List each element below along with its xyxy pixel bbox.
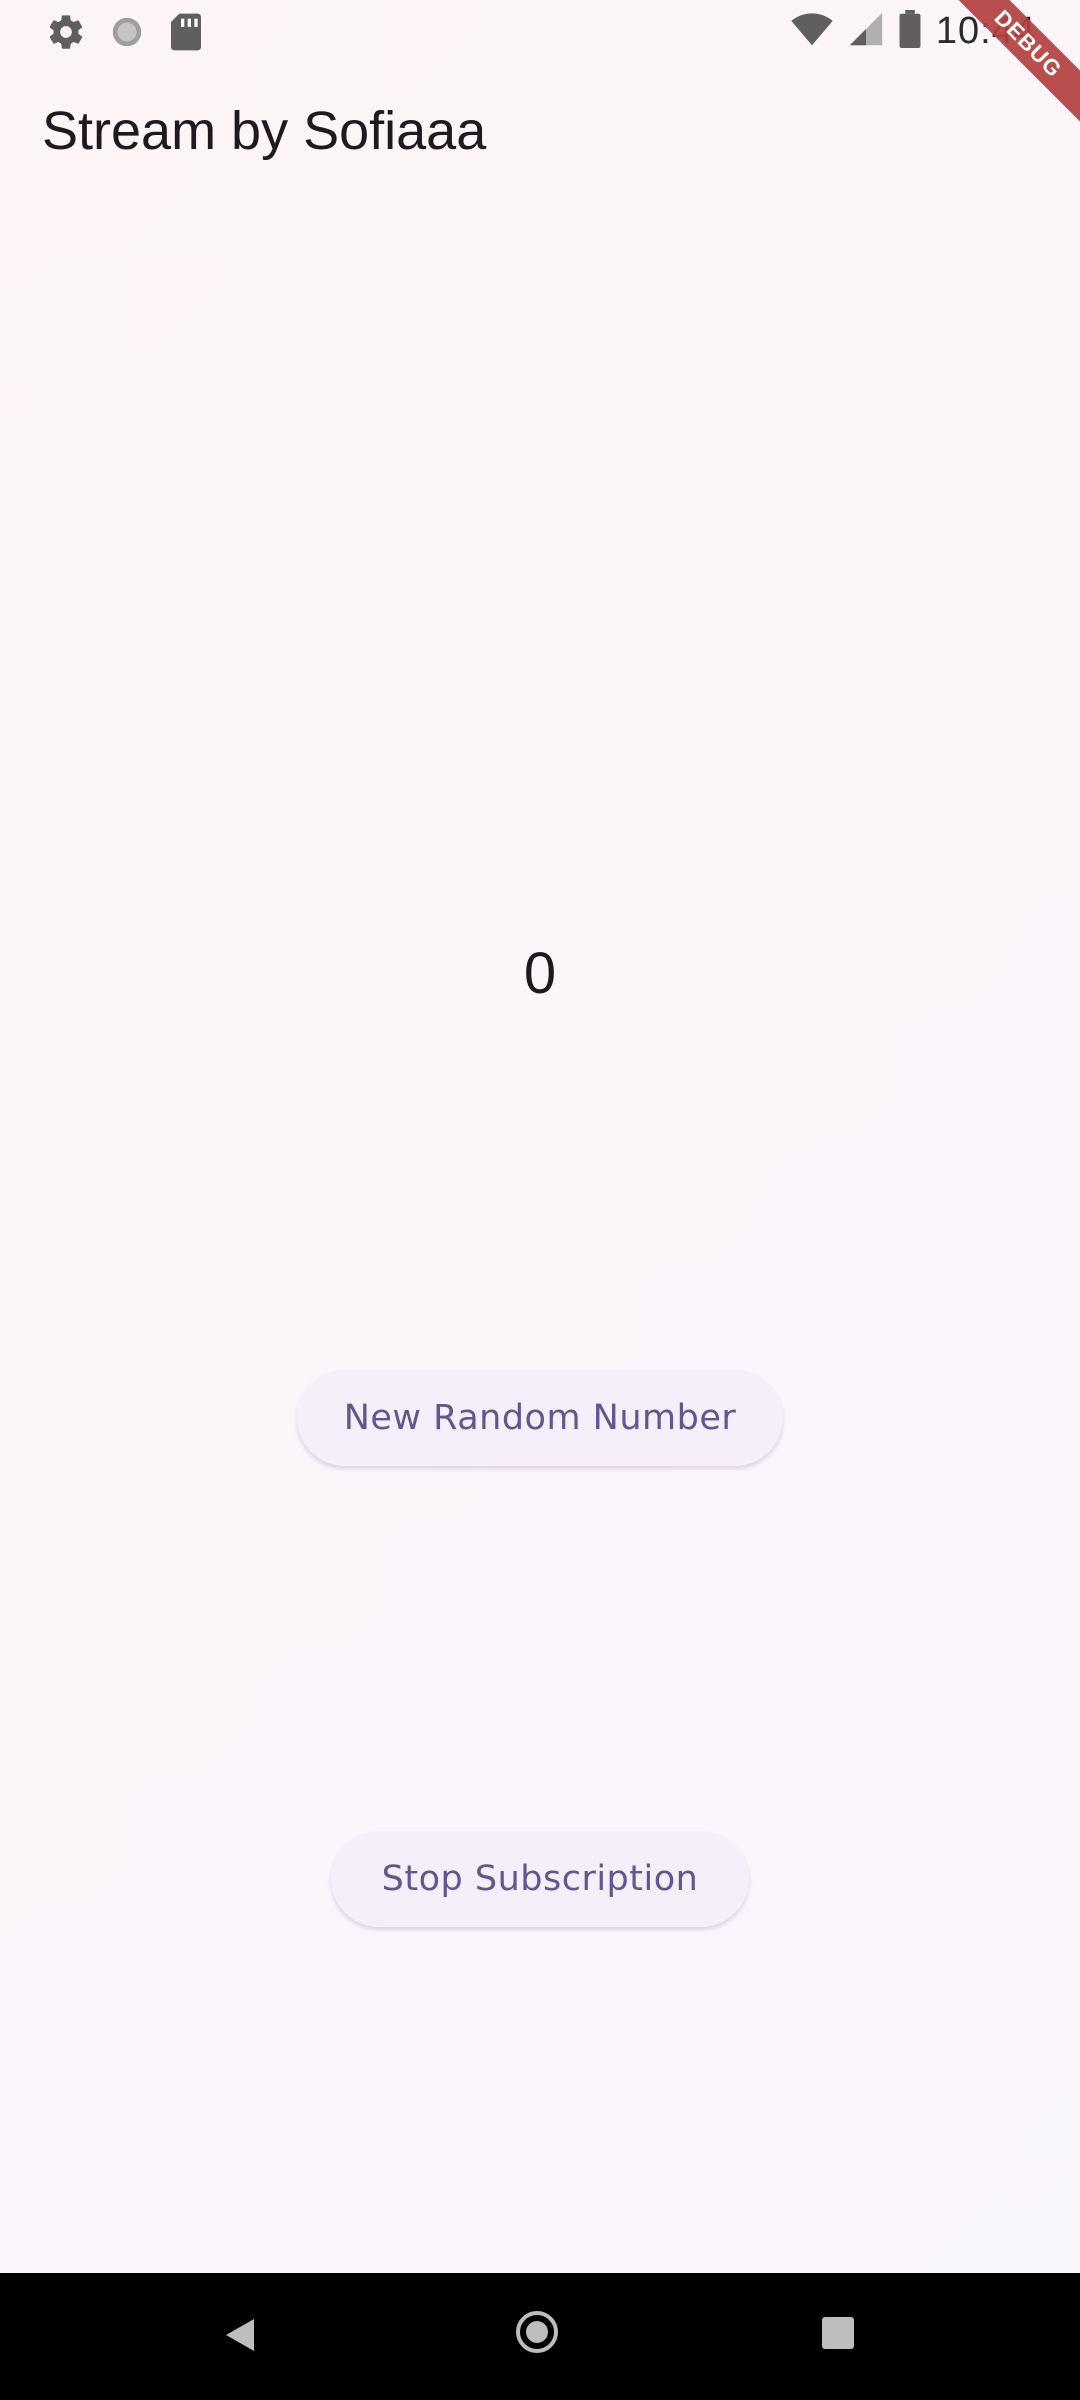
sd-card-icon [168,12,204,57]
home-icon[interactable] [516,2311,558,2353]
battery-icon [898,10,922,53]
new-random-number-button[interactable]: New Random Number [297,1370,783,1466]
stop-subscription-button[interactable]: Stop Subscription [331,1831,749,1927]
random-number-display: 0 [523,941,557,1006]
navigation-bar [0,2273,1080,2400]
app-bar-title: Stream by Sofiaaa [42,101,487,161]
wifi-icon [790,11,834,52]
status-left-icons [46,12,204,57]
app-screen: 10:44 DEBUG Stream by Sofiaaa 0 New Rand… [0,0,1080,2400]
circle-icon [108,13,146,56]
status-bar: 10:44 [0,0,1080,64]
recents-icon[interactable] [822,2317,854,2349]
gear-icon [46,12,86,57]
back-icon[interactable] [226,2319,254,2351]
cell-signal-icon [848,11,884,52]
